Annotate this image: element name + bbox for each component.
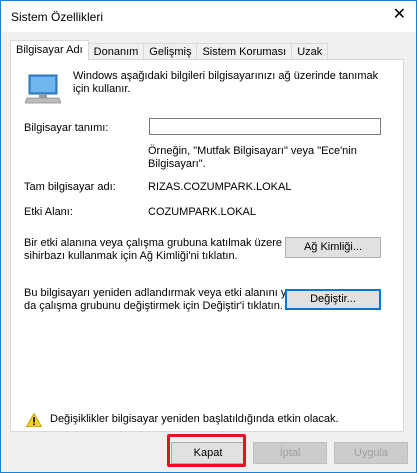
description-text: Windows aşağıdaki bilgileri bilgisayarın… xyxy=(73,70,379,95)
warning-text: Değişiklikler bilgisayar yeniden başlatı… xyxy=(50,413,339,425)
domain-value: COZUMPARK.LOKAL xyxy=(148,206,256,218)
tab-system-protection[interactable]: Sistem Koruması xyxy=(196,43,293,60)
close-icon[interactable]: ✕ xyxy=(393,7,406,23)
computer-description-input[interactable] xyxy=(149,118,381,135)
change-button[interactable]: Değiştir... xyxy=(285,289,381,310)
computer-name-panel: Windows aşağıdaki bilgileri bilgisayarın… xyxy=(10,59,404,432)
close-button-highlight xyxy=(167,434,246,467)
computer-monitor-icon xyxy=(25,74,61,104)
example-text: Örneğin, "Mutfak Bilgisayarı" veya "Ece'… xyxy=(148,145,357,170)
network-id-text: Bir etki alanına veya çalışma grubuna ka… xyxy=(24,237,283,262)
computer-description-label: Bilgisayar tanımı: xyxy=(24,122,109,134)
system-properties-window: Sistem Özellikleri ✕ Bilgisayar Adı Dona… xyxy=(0,0,417,473)
full-computer-name-label: Tam bilgisayar adı: xyxy=(24,181,116,193)
tab-strip: Bilgisayar Adı Donanım Gelişmiş Sistem K… xyxy=(10,40,329,60)
tab-computer-name[interactable]: Bilgisayar Adı xyxy=(10,40,89,60)
window-title: Sistem Özellikleri xyxy=(11,10,104,24)
apply-button[interactable]: Uygula xyxy=(334,442,408,464)
domain-label: Etki Alanı: xyxy=(24,206,73,218)
tab-hardware[interactable]: Donanım xyxy=(87,43,145,60)
cancel-button[interactable]: İptal xyxy=(253,442,327,464)
network-id-button[interactable]: Ağ Kimliği... xyxy=(285,237,381,258)
tab-advanced[interactable]: Gelişmiş xyxy=(143,43,198,60)
tab-remote[interactable]: Uzak xyxy=(291,43,329,60)
warning-icon xyxy=(26,413,42,427)
full-computer-name-value: RIZAS.COZUMPARK.LOKAL xyxy=(148,181,292,193)
rename-text: Bu bilgisayarı yeniden adlandırmak veya … xyxy=(24,287,293,312)
title-bar[interactable]: Sistem Özellikleri ✕ xyxy=(1,1,416,32)
